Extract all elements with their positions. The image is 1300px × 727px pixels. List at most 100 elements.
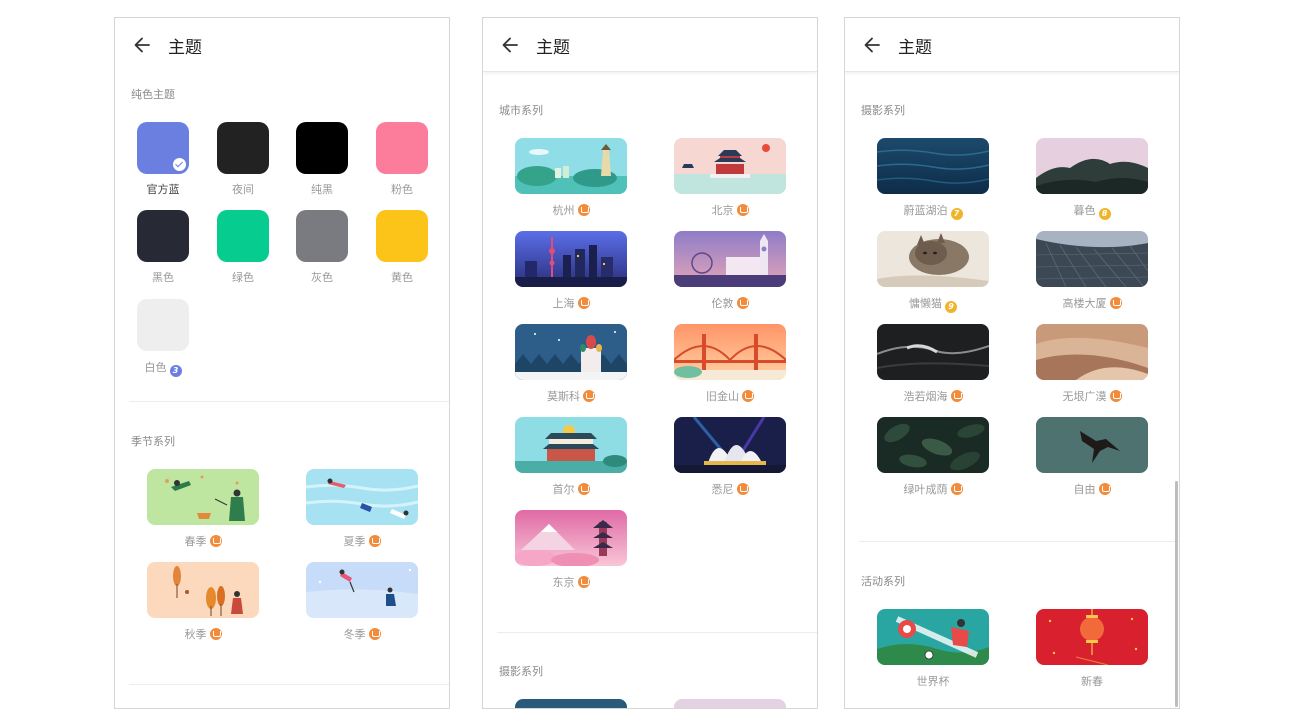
swatch-label: 黄色 — [391, 271, 413, 284]
theme-thumb-seoul[interactable] — [515, 417, 627, 473]
theme-panel-cities: 主题 城市系列 杭州 北京 上海 伦敦 莫斯科 旧金山 首尔 悉尼 东京 摄影系… — [482, 17, 818, 709]
back-arrow-icon[interactable] — [862, 35, 882, 55]
theme-thumb-san-francisco[interactable] — [674, 324, 786, 380]
theme-thumb-lazy-cat[interactable] — [877, 231, 989, 287]
theme-thumb-spring[interactable] — [147, 469, 259, 525]
theme-thumb-shanghai[interactable] — [515, 231, 627, 287]
top-bar: 主题 — [115, 18, 449, 72]
theme-panel-photos: 主题 摄影系列 蔚蓝湖泊 7 暮色 8 慵懒猫 9 高楼大厦 浩若烟海 无垠广漠 绿叶… — [844, 17, 1180, 709]
swatch-official-blue[interactable] — [137, 122, 189, 174]
theme-thumb-desert[interactable] — [1036, 324, 1148, 380]
section-title-city: 城市系列 — [499, 104, 543, 117]
theme-thumb-tokyo[interactable] — [515, 510, 627, 566]
swatch-label: 绿色 — [232, 271, 254, 284]
crown-badge-icon — [368, 628, 381, 640]
crown-badge-icon — [1098, 483, 1111, 495]
swatch-label: 夜间 — [232, 183, 254, 196]
theme-label: 无垠广漠 — [1052, 388, 1132, 404]
crown-badge-icon — [577, 204, 590, 216]
crown-badge-icon — [1109, 297, 1122, 309]
swatch-label: 灰色 — [311, 271, 333, 284]
back-arrow-icon[interactable] — [500, 35, 520, 55]
crown-badge-icon — [950, 483, 963, 495]
swatch-label: 黑色 — [152, 271, 174, 284]
theme-thumb-building[interactable] — [1036, 231, 1148, 287]
theme-label: 伦敦 — [690, 295, 770, 311]
theme-label: 上海 — [531, 295, 611, 311]
crown-badge-icon — [209, 535, 222, 547]
theme-label: 春季 — [163, 533, 243, 549]
theme-thumb-hangzhou[interactable] — [515, 138, 627, 194]
section-title-solid: 纯色主题 — [131, 88, 175, 101]
theme-thumb-summer[interactable] — [306, 469, 418, 525]
swatch-black[interactable] — [137, 210, 189, 262]
page-title: 主题 — [168, 38, 202, 58]
theme-label: 浩若烟海 — [893, 388, 973, 404]
scrollbar[interactable] — [1175, 481, 1178, 707]
theme-thumb-green-leaves[interactable] — [877, 417, 989, 473]
theme-label: 首尔 — [531, 481, 611, 497]
theme-thumb-dusk-partial[interactable] — [674, 699, 786, 708]
theme-label: 旧金山 — [690, 388, 770, 404]
crown-badge-icon — [209, 628, 222, 640]
crown-badge-icon — [1109, 390, 1122, 402]
swatch-pure-black[interactable] — [296, 122, 348, 174]
theme-panel-solid-seasons: 主题 纯色主题 官方蓝 夜间 纯黑 粉色 黑色 绿色 灰色 黄色 白色 3 季节系… — [114, 17, 450, 709]
section-title-event: 活动系列 — [861, 575, 905, 588]
theme-label: 暮色 8 — [1052, 202, 1132, 220]
swatch-label: 纯黑 — [311, 183, 333, 196]
theme-label: 秋季 — [163, 626, 243, 642]
theme-label: 新春 — [1081, 675, 1103, 688]
swatch-gray[interactable] — [296, 210, 348, 262]
top-bar: 主题 — [483, 18, 817, 72]
divider — [497, 632, 817, 633]
swatch-night[interactable] — [217, 122, 269, 174]
crown-badge-icon — [742, 390, 754, 402]
level-badge: 3 — [169, 365, 182, 377]
swatch-label-white: 白色 3 — [123, 359, 203, 377]
theme-label: 杭州 — [531, 202, 611, 218]
swatch-yellow[interactable] — [376, 210, 428, 262]
theme-thumb-winter[interactable] — [306, 562, 418, 618]
section-title-photo: 摄影系列 — [499, 665, 543, 678]
theme-label: 夏季 — [322, 533, 402, 549]
theme-thumb-autumn[interactable] — [147, 562, 259, 618]
theme-thumb-lake-partial[interactable] — [515, 699, 627, 708]
swatch-label: 粉色 — [391, 183, 413, 196]
crown-badge-icon — [736, 297, 749, 309]
section-title-season: 季节系列 — [131, 435, 175, 448]
theme-thumb-spring-festival[interactable] — [1036, 609, 1148, 665]
level-badge: 8 — [1098, 208, 1111, 220]
theme-label: 东京 — [531, 574, 611, 590]
theme-thumb-london[interactable] — [674, 231, 786, 287]
theme-thumb-freedom[interactable] — [1036, 417, 1148, 473]
theme-thumb-dusk[interactable] — [1036, 138, 1148, 194]
theme-thumb-world-cup[interactable] — [877, 609, 989, 665]
theme-thumb-vast-sea[interactable] — [877, 324, 989, 380]
page-title: 主题 — [536, 38, 570, 58]
theme-label: 蔚蓝湖泊 7 — [893, 202, 973, 220]
crown-badge-icon — [736, 483, 749, 495]
theme-thumb-beijing[interactable] — [674, 138, 786, 194]
level-badge: 7 — [950, 208, 963, 220]
divider — [129, 401, 449, 402]
section-title-photo: 摄影系列 — [861, 104, 905, 117]
theme-thumb-moscow[interactable] — [515, 324, 627, 380]
theme-label: 高楼大厦 — [1052, 295, 1132, 311]
theme-label: 北京 — [690, 202, 770, 218]
divider — [129, 684, 449, 685]
back-arrow-icon[interactable] — [132, 35, 152, 55]
swatch-green[interactable] — [217, 210, 269, 262]
theme-thumb-sydney[interactable] — [674, 417, 786, 473]
swatch-white[interactable] — [137, 299, 189, 351]
crown-badge-icon — [736, 204, 749, 216]
swatch-label: 官方蓝 — [146, 183, 180, 196]
theme-label: 悉尼 — [690, 481, 770, 497]
swatch-pink[interactable] — [376, 122, 428, 174]
theme-thumb-blue-lake[interactable] — [877, 138, 989, 194]
top-bar: 主题 — [845, 18, 1179, 72]
crown-badge-icon — [583, 390, 595, 402]
crown-badge-icon — [368, 535, 381, 547]
crown-badge-icon — [577, 576, 590, 588]
theme-label: 绿叶成荫 — [893, 481, 973, 497]
